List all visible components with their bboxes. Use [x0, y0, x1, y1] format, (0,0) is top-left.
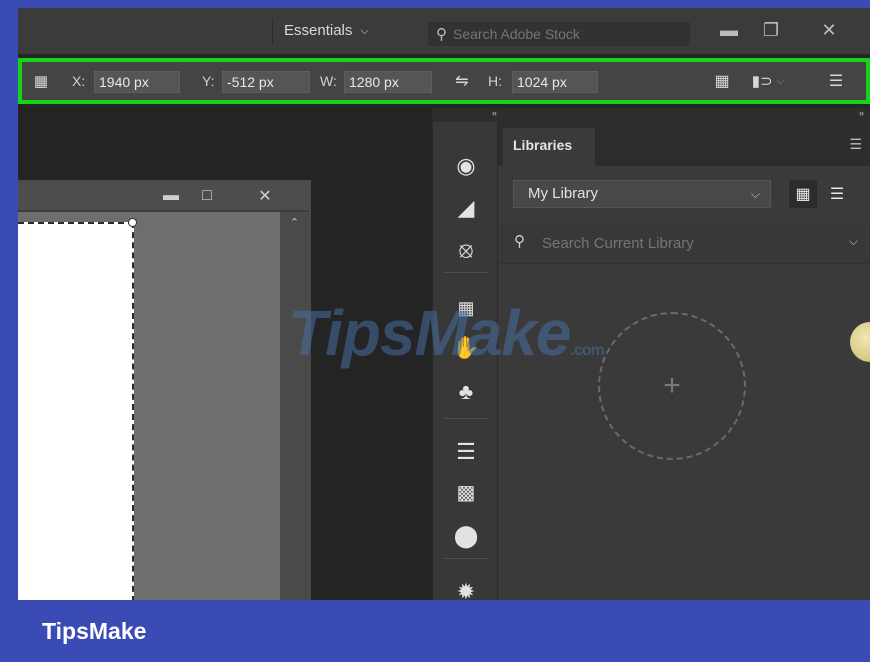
brush-icon[interactable]: ✹: [452, 578, 480, 600]
collapse-right-button[interactable]: »: [859, 108, 864, 118]
chevron-down-icon: ⌵: [360, 25, 369, 37]
doc-maximize-button[interactable]: □: [196, 185, 218, 207]
height-field[interactable]: [512, 71, 598, 93]
swatches-icon[interactable]: ◢: [452, 194, 480, 222]
document-window: ▬ □ ✕ ⌃: [18, 180, 311, 600]
library-select-value: My Library: [528, 185, 599, 202]
dock-divider: [443, 272, 489, 273]
libraries-tab-bar: Libraries ☰: [498, 122, 870, 166]
doc-close-button[interactable]: ✕: [254, 185, 276, 207]
restore-button[interactable]: ❐: [756, 18, 786, 42]
panel-collapse-strip: « »: [432, 108, 870, 122]
watermark: TipsMake.com: [288, 296, 605, 370]
reference-point-icon[interactable]: ▦: [28, 69, 54, 93]
stock-search-box[interactable]: ⚲: [428, 22, 690, 46]
panel-menu-icon[interactable]: ☰: [849, 136, 862, 153]
watermark-suffix: .com: [570, 342, 605, 359]
gradient-icon[interactable]: ▩: [452, 478, 480, 506]
shapes-icon[interactable]: ⬤: [452, 522, 480, 550]
club-icon[interactable]: ♣: [452, 378, 480, 406]
list-icon[interactable]: ☰: [824, 69, 848, 93]
x-label: X:: [72, 73, 86, 89]
close-button[interactable]: ✕: [814, 18, 844, 42]
stock-search-input[interactable]: [453, 26, 673, 42]
grid-view-icon[interactable]: ▦: [789, 180, 817, 208]
search-icon: ⚲: [436, 26, 447, 43]
chevron-down-icon[interactable]: ⌵: [849, 234, 858, 249]
width-field[interactable]: [344, 71, 432, 93]
distribute-icon[interactable]: ▮⊃ ⌵: [748, 69, 788, 93]
tab-libraries[interactable]: Libraries: [503, 128, 595, 166]
transform-handle[interactable]: [128, 218, 137, 227]
y-position-field[interactable]: [222, 71, 310, 93]
color-palette-icon[interactable]: ◉: [452, 152, 480, 180]
h-label: H:: [488, 73, 502, 89]
document-canvas[interactable]: [18, 212, 280, 600]
x-position-field[interactable]: [94, 71, 180, 93]
document-title-bar: ▬ □ ✕: [18, 182, 309, 210]
minimize-button[interactable]: ▬: [714, 18, 744, 42]
chevron-down-icon: ⌵: [750, 187, 760, 201]
w-label: W:: [320, 73, 337, 89]
y-label: Y:: [202, 73, 215, 89]
vertical-scrollbar[interactable]: ⌃: [280, 212, 309, 600]
list-view-icon[interactable]: ☰: [823, 180, 851, 208]
dock-divider: [443, 558, 489, 559]
doc-minimize-button[interactable]: ▬: [160, 185, 182, 207]
library-select[interactable]: My Library ⌵: [513, 180, 771, 208]
divider: [272, 18, 273, 44]
dock-divider: [443, 418, 489, 419]
search-icon: ⚲: [514, 233, 525, 250]
library-search-input[interactable]: [542, 230, 822, 256]
collapse-left-button[interactable]: «: [492, 108, 497, 118]
link-icon[interactable]: ⇋: [448, 69, 476, 93]
scroll-up-icon[interactable]: ⌃: [280, 216, 309, 229]
plus-icon: +: [663, 369, 681, 402]
align-icon[interactable]: ▦: [710, 69, 734, 93]
footer-brand: TipsMake: [42, 618, 147, 644]
screenshot-frame: Essentials ⌵ ⚲ ▬ ❐ ✕ ▦ X: Y: W: ⇋ H: ▦ ▮…: [0, 0, 870, 662]
workspace-label: Essentials: [284, 22, 353, 39]
options-bar: ▦ X: Y: W: ⇋ H: ▦ ▮⊃⌵ ☰: [18, 58, 870, 104]
add-asset-button[interactable]: +: [598, 312, 746, 460]
watermark-text: TipsMake: [288, 297, 571, 369]
title-bar: Essentials ⌵ ⚲ ▬ ❐ ✕: [18, 8, 870, 54]
library-search-row: ⚲ ⌵: [498, 222, 870, 264]
paths-icon[interactable]: ⦻: [452, 236, 480, 264]
workspace-switcher[interactable]: Essentials ⌵: [274, 18, 379, 44]
selection-artboard[interactable]: [18, 222, 134, 600]
paragraph-icon[interactable]: ☰: [452, 438, 480, 466]
